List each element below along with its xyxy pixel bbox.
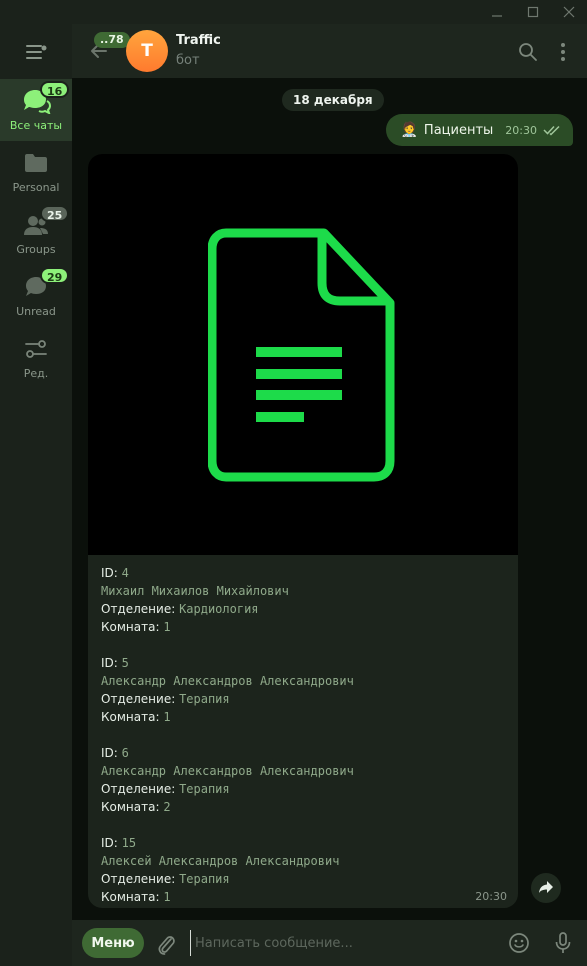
department-label: Отделение: xyxy=(101,692,180,706)
room-label: Комната: xyxy=(101,710,164,724)
message-time: 20:30 xyxy=(475,890,507,903)
chat-header: ..78 T Traffic бот xyxy=(72,24,587,78)
chat-title[interactable]: Traffic xyxy=(176,33,221,48)
patient-record: ID: 15 Алексей Александров Александрович… xyxy=(101,834,505,906)
edit-folders-icon xyxy=(20,335,52,363)
patient-room: 1 xyxy=(163,710,171,724)
id-label: ID: xyxy=(101,656,122,670)
sidebar-item-personal[interactable]: Personal xyxy=(0,141,72,203)
patient-department: Терапия xyxy=(179,692,230,706)
avatar[interactable]: T xyxy=(126,30,168,72)
document-icon xyxy=(208,228,395,482)
id-label: ID: xyxy=(101,836,122,850)
patient-id: 5 xyxy=(121,656,129,670)
microphone-icon[interactable] xyxy=(551,931,575,955)
doctor-emoji: 🧑‍⚕️ xyxy=(400,122,418,138)
patient-department: Терапия xyxy=(179,782,230,796)
patient-id: 6 xyxy=(121,746,129,760)
sidebar-item-unread[interactable]: 29 Unread xyxy=(0,265,72,327)
folders-sidebar: 16 Все чаты Personal 25 Groups 29 Unread… xyxy=(0,24,72,966)
patient-name: Алексей Александров Александрович xyxy=(101,854,340,868)
sidebar-item-label: Ред. xyxy=(23,367,49,380)
close-icon[interactable] xyxy=(554,2,584,22)
forward-button[interactable] xyxy=(531,873,561,903)
sidebar-item-label: Personal xyxy=(12,181,60,194)
sidebar-item-label: Unread xyxy=(16,305,56,318)
incoming-message[interactable]: ID: 4 Михаил Михаилов Михайлович Отделен… xyxy=(88,154,518,908)
department-label: Отделение: xyxy=(101,602,180,616)
sidebar-item-edit-folders[interactable]: Ред. xyxy=(0,327,72,389)
double-check-icon xyxy=(543,124,561,136)
sidebar-item-label: Все чаты xyxy=(9,119,63,132)
minimize-icon[interactable] xyxy=(482,2,512,22)
chat-subtitle: бот xyxy=(176,53,200,68)
patient-room: 1 xyxy=(163,620,171,634)
id-label: ID: xyxy=(101,566,122,580)
patient-room: 1 xyxy=(163,890,171,904)
patient-record: ID: 6 Александр Александров Александрови… xyxy=(101,744,505,816)
message-composer: Меню xyxy=(72,920,587,966)
room-label: Комната: xyxy=(101,890,164,904)
chats-icon: 16 xyxy=(20,81,70,115)
date-separator: 18 декабря xyxy=(282,89,384,111)
patient-id: 4 xyxy=(121,566,129,580)
sidebar-item-all-chats[interactable]: 16 Все чаты xyxy=(0,79,72,141)
more-vertical-icon[interactable] xyxy=(551,40,575,64)
patient-name: Михаил Михаилов Михайлович xyxy=(101,584,289,598)
hamburger-menu-icon[interactable] xyxy=(21,40,51,64)
attach-paperclip-icon[interactable] xyxy=(154,932,178,956)
department-label: Отделение: xyxy=(101,872,180,886)
patient-department: Кардиология xyxy=(179,602,259,616)
telegram-window: 16 Все чаты Personal 25 Groups 29 Unread… xyxy=(0,0,587,966)
bot-menu-label: Меню xyxy=(91,935,135,951)
bot-menu-button[interactable]: Меню xyxy=(82,928,144,958)
groups-icon: 25 xyxy=(20,205,70,239)
document-preview[interactable] xyxy=(88,154,518,555)
patient-department: Терапия xyxy=(179,872,230,886)
patient-room: 2 xyxy=(163,800,171,814)
id-label: ID: xyxy=(101,746,122,760)
room-label: Комната: xyxy=(101,800,164,814)
patient-record: ID: 5 Александр Александров Александрови… xyxy=(101,654,505,726)
patient-records: ID: 4 Михаил Михаилов Михайлович Отделен… xyxy=(88,555,518,906)
message-text: Пациенты xyxy=(423,122,494,138)
patient-id: 15 xyxy=(121,836,137,850)
room-label: Комната: xyxy=(101,620,164,634)
unread-badge: 29 xyxy=(40,267,70,284)
message-time: 20:30 xyxy=(505,123,537,137)
folder-icon xyxy=(20,149,52,177)
maximize-icon[interactable] xyxy=(518,2,548,22)
emoji-icon[interactable] xyxy=(507,931,531,955)
patient-name: Александр Александров Александрович xyxy=(101,674,354,688)
message-input[interactable] xyxy=(190,930,490,956)
patient-name: Александр Александров Александрович xyxy=(101,764,354,778)
sidebar-item-groups[interactable]: 25 Groups xyxy=(0,203,72,265)
patient-record: ID: 4 Михаил Михаилов Михайлович Отделен… xyxy=(101,564,505,636)
unread-badge: 16 xyxy=(40,81,70,98)
department-label: Отделение: xyxy=(101,782,180,796)
outgoing-message[interactable]: 🧑‍⚕️ Пациенты 20:30 xyxy=(386,114,573,146)
forward-arrow-icon xyxy=(538,879,554,898)
avatar-letter: T xyxy=(141,41,153,61)
sidebar-item-label: Groups xyxy=(16,243,56,256)
search-icon[interactable] xyxy=(516,40,540,64)
window-titlebar xyxy=(0,0,587,24)
unread-chat-icon: 29 xyxy=(20,267,70,301)
unread-badge: 25 xyxy=(40,205,70,222)
message-list[interactable]: 18 декабря 🧑‍⚕️ Пациенты 20:30 xyxy=(72,78,587,920)
unread-count-badge: ..78 xyxy=(94,32,130,48)
